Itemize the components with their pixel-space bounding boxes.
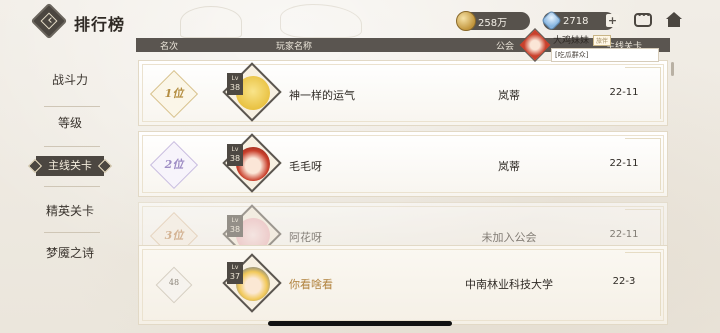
home-icon[interactable] <box>665 12 683 28</box>
guild-name: 未加入公会 <box>481 231 537 244</box>
sidebar-item-nightmare-poem[interactable]: 梦魇之诗 <box>0 238 140 268</box>
sidebar-item-elite-stage[interactable]: 精英关卡 <box>0 196 140 226</box>
sidebar-item-level[interactable]: 等级 <box>0 108 140 138</box>
sidebar-divider <box>44 186 100 187</box>
stage-value: 22-3 <box>612 276 636 287</box>
home-indicator[interactable] <box>268 321 452 326</box>
rank-label: 1位 <box>164 87 184 100</box>
guild-name: 中南林业科技大学 <box>465 278 553 291</box>
chat-icon[interactable] <box>634 11 652 27</box>
sidebar-divider <box>44 232 100 233</box>
avatar <box>518 28 552 62</box>
self-ranking-row[interactable]: 48 Lv 37 你看啥看 中南林业科技大学 22-3 <box>138 245 668 325</box>
column-player-name: 玩家名称 <box>276 42 313 52</box>
rank-label: 48 <box>168 278 180 287</box>
sidebar-divider <box>44 106 100 107</box>
stage-value: 22-11 <box>609 87 639 98</box>
stage-value: 22-11 <box>609 229 639 240</box>
guild-name: 岚蒂 <box>498 89 520 102</box>
level-tag: Lv 37 <box>227 262 243 284</box>
sidebar-divider <box>44 146 100 147</box>
sidebar-item-main-stage[interactable]: 主线关卡 <box>36 156 104 176</box>
player-name: 毛毛呀 <box>289 160 322 173</box>
player-name: 神一样的运气 <box>289 89 355 102</box>
ranking-list[interactable]: 1位 Lv 38 神一样的运气 岚蒂 22-11 2位 Lv 38 毛毛呀 岚蒂 2… <box>136 52 676 333</box>
page-title: 排行榜 <box>74 15 126 34</box>
column-rank: 名次 <box>160 42 179 52</box>
table-row[interactable]: 1位 Lv 38 神一样的运气 岚蒂 22-11 <box>138 60 668 126</box>
level-tag: Lv 38 <box>227 215 243 237</box>
player-popup[interactable]: 大鸡妹妹 旅伴 [吃瓜群众] <box>518 28 659 65</box>
rank-label: 2位 <box>164 158 184 171</box>
scrollbar[interactable] <box>671 62 674 76</box>
rank-label: 3位 <box>164 229 184 242</box>
player-name: 你看啥看 <box>289 278 333 291</box>
gold-counter: 258万 <box>456 11 530 31</box>
player-name: 阿花呀 <box>289 231 322 244</box>
gem-amount: 2718 <box>563 15 589 27</box>
level-tag: Lv 38 <box>227 73 243 95</box>
guild-name: 岚蒂 <box>498 160 520 173</box>
table-row[interactable]: 2位 Lv 38 毛毛呀 岚蒂 22-11 <box>138 131 668 197</box>
popup-player-name: 大鸡妹妹 <box>553 36 590 46</box>
popup-subtitle: [吃瓜群众] <box>551 48 659 62</box>
gold-coin-icon <box>456 11 476 31</box>
back-arrow-icon: ‹ <box>47 13 53 28</box>
gem-counter: 2718 + <box>540 9 619 32</box>
column-guild: 公会 <box>496 42 515 52</box>
popup-badge: 旅伴 <box>593 35 612 46</box>
background-ornament <box>150 0 400 40</box>
sidebar-item-combat-power[interactable]: 战斗力 <box>0 65 140 95</box>
add-gem-button[interactable]: + <box>606 14 619 27</box>
stage-value: 22-11 <box>609 158 639 169</box>
level-tag: Lv 38 <box>227 144 243 166</box>
gold-amount: 258万 <box>478 17 508 29</box>
